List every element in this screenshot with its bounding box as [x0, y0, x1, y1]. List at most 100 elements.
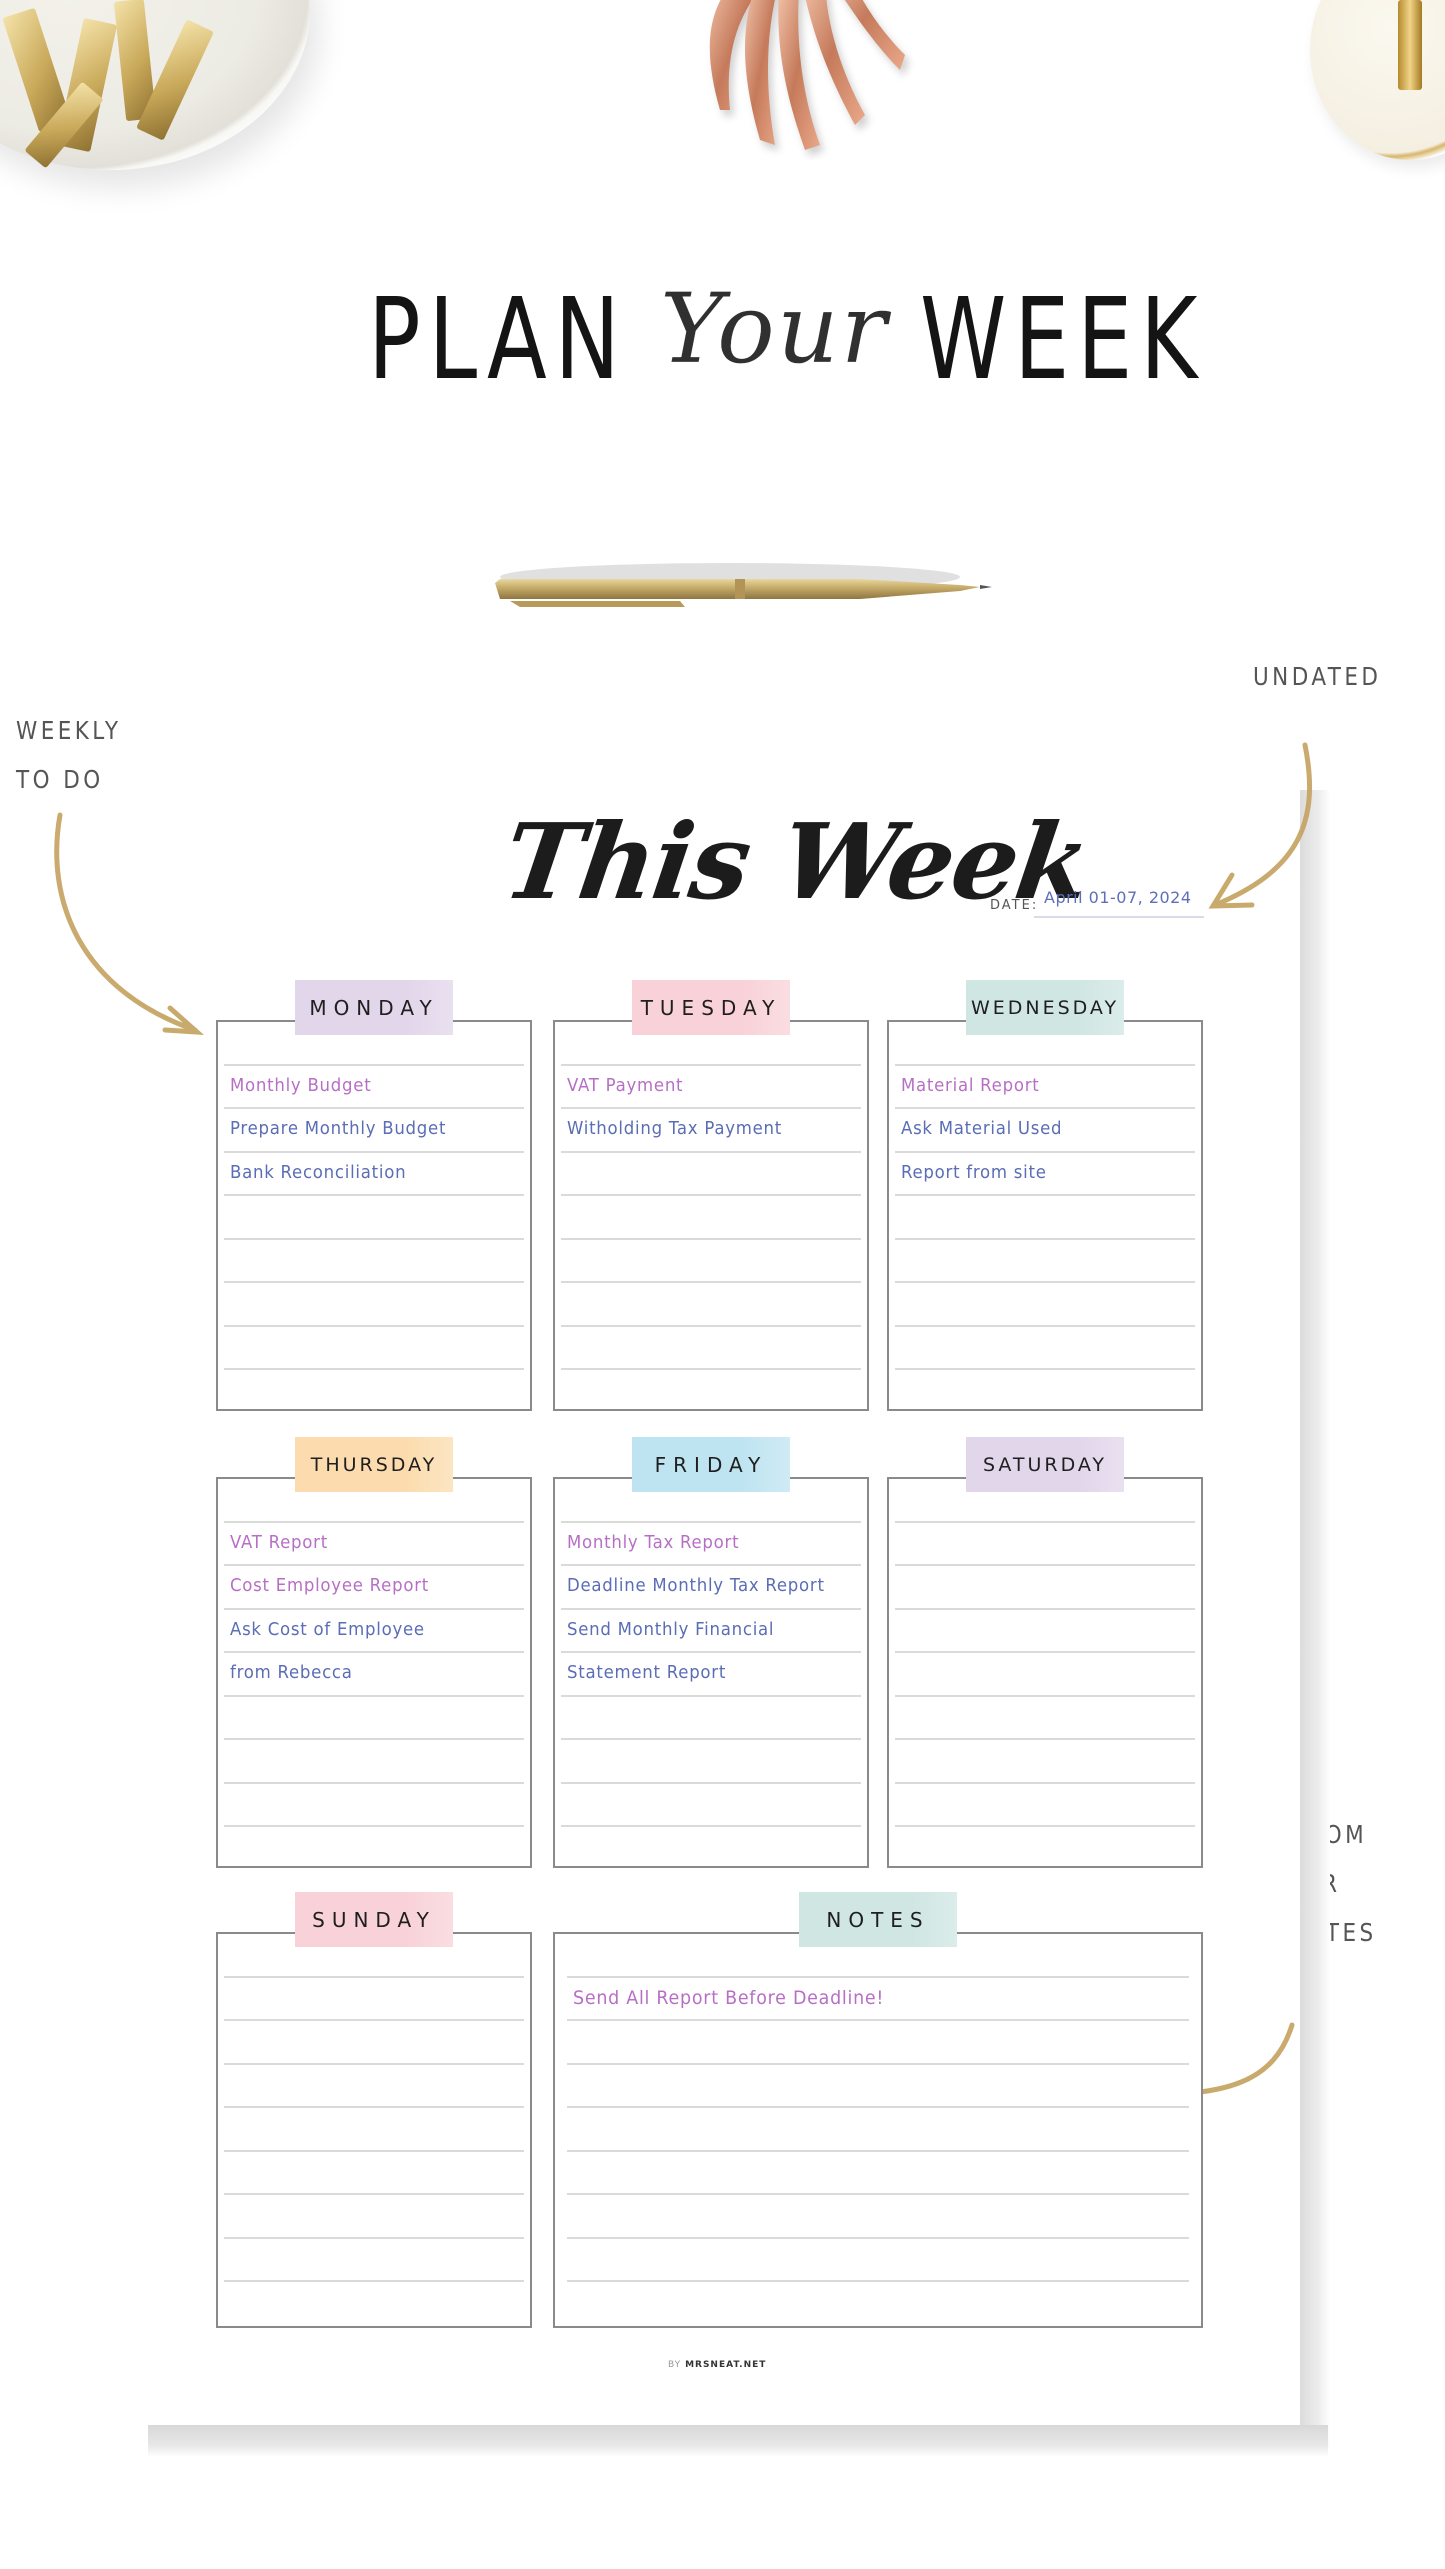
- sunday-tab: SUNDAY: [295, 1892, 453, 1947]
- task-entry[interactable]: Prepare Monthly Budget: [230, 1118, 446, 1139]
- weekly-todo-line-1: WEEKLY: [16, 716, 122, 745]
- task-entry[interactable]: Report from site: [901, 1162, 1047, 1183]
- ruled-line: [224, 2150, 524, 2152]
- undated-label: UNDATED: [1253, 662, 1382, 691]
- sunday-box[interactable]: [216, 1932, 532, 2328]
- ruled-line: [895, 1608, 1195, 1610]
- task-entry[interactable]: Material Report: [901, 1075, 1039, 1096]
- binder-clips-bowl-image: [0, 0, 310, 170]
- headline-your: Your: [660, 273, 889, 385]
- friday-box[interactable]: Monthly Tax Report Deadline Monthly Tax R…: [553, 1477, 869, 1868]
- ruled-line: [561, 1325, 861, 1327]
- ruled-line: [895, 1651, 1195, 1653]
- ruled-line: [567, 1976, 1189, 1978]
- ruled-line: [895, 1825, 1195, 1827]
- task-entry[interactable]: Ask Cost of Employee: [230, 1619, 425, 1640]
- notes-tab: NOTES: [799, 1892, 957, 1947]
- ruled-line: [895, 1194, 1195, 1196]
- ruled-line: [895, 1782, 1195, 1784]
- date-label: DATE:: [990, 898, 1039, 913]
- thursday-tab: THURSDAY: [295, 1437, 453, 1492]
- monday-tab: MONDAY: [295, 980, 453, 1035]
- ruled-line: [224, 1325, 524, 1327]
- task-entry[interactable]: Statement Report: [567, 1662, 726, 1683]
- ruled-line: [895, 1064, 1195, 1066]
- ruled-line: [895, 1738, 1195, 1740]
- ruled-line: [224, 1825, 524, 1827]
- footer-credit: BY MRSNEAT.NET: [668, 2360, 766, 2370]
- ruled-line: [895, 1151, 1195, 1153]
- ruled-line: [895, 1325, 1195, 1327]
- ruled-line: [224, 1151, 524, 1153]
- task-entry[interactable]: Send Monthly Financial: [567, 1619, 774, 1640]
- paper-shadow: [148, 2425, 1328, 2457]
- task-entry[interactable]: VAT Payment: [567, 1075, 683, 1096]
- ruled-line: [561, 1651, 861, 1653]
- ruled-line: [561, 1107, 861, 1109]
- ruled-line: [895, 1564, 1195, 1566]
- task-entry[interactable]: Deadline Monthly Tax Report: [567, 1575, 825, 1596]
- footer-by: BY: [668, 2360, 682, 2370]
- ruled-line: [567, 2150, 1189, 2152]
- saturday-box[interactable]: [887, 1477, 1203, 1868]
- tuesday-box[interactable]: VAT Payment Witholding Tax Payment: [553, 1020, 869, 1411]
- wednesday-box[interactable]: Material Report Ask Material Used Report f…: [887, 1020, 1203, 1411]
- task-entry[interactable]: Witholding Tax Payment: [567, 1118, 782, 1139]
- gold-rim-plate-image: [1310, 0, 1445, 160]
- ruled-line: [561, 1064, 861, 1066]
- ruled-line: [561, 1695, 861, 1697]
- ruled-line: [224, 1281, 524, 1283]
- ruled-line: [224, 1695, 524, 1697]
- task-entry[interactable]: Monthly Tax Report: [567, 1532, 739, 1553]
- date-field[interactable]: April 01-07, 2024: [1034, 888, 1204, 918]
- ruled-line: [224, 2280, 524, 2282]
- ruled-line: [567, 2106, 1189, 2108]
- rose-gold-leaf-image: [709, 0, 905, 150]
- wednesday-tab: WEDNESDAY: [966, 980, 1124, 1035]
- ruled-line: [224, 2106, 524, 2108]
- task-entry[interactable]: Send All Report Before Deadline!: [573, 1987, 884, 2009]
- ruled-line: [224, 1738, 524, 1740]
- monday-box[interactable]: Monthly Budget Prepare Monthly Budget Bank…: [216, 1020, 532, 1411]
- task-entry[interactable]: Ask Material Used: [901, 1118, 1062, 1139]
- weekly-todo-line-2: TO DO: [16, 765, 104, 794]
- notes-box[interactable]: Send All Report Before Deadline!: [553, 1932, 1203, 2328]
- ruled-line: [895, 1368, 1195, 1370]
- ruled-line: [561, 1521, 861, 1523]
- ruled-line: [224, 1564, 524, 1566]
- ruled-line: [224, 1651, 524, 1653]
- ruled-line: [224, 1976, 524, 1978]
- ruled-line: [567, 2019, 1189, 2021]
- ruled-line: [895, 1107, 1195, 1109]
- ruled-line: [224, 2063, 524, 2065]
- ruled-line: [567, 2193, 1189, 2195]
- binder-clip: [1398, 0, 1422, 90]
- ruled-line: [561, 1782, 861, 1784]
- ruled-line: [895, 1695, 1195, 1697]
- ruled-line: [561, 1151, 861, 1153]
- task-entry[interactable]: VAT Report: [230, 1532, 328, 1553]
- ruled-line: [567, 2063, 1189, 2065]
- thursday-box[interactable]: VAT Report Cost Employee Report Ask Cost o…: [216, 1477, 532, 1868]
- ruled-line: [567, 2280, 1189, 2282]
- ruled-line: [561, 1368, 861, 1370]
- ruled-line: [224, 1521, 524, 1523]
- ruled-line: [895, 1281, 1195, 1283]
- ruled-line: [567, 2237, 1189, 2239]
- headline-plan: PLAN: [368, 275, 628, 405]
- task-entry[interactable]: Cost Employee Report: [230, 1575, 429, 1596]
- saturday-tab: SATURDAY: [966, 1437, 1124, 1492]
- paper-shadow: [1300, 790, 1330, 2450]
- gold-pen-image: [495, 563, 992, 607]
- ruled-line: [224, 1608, 524, 1610]
- ruled-line: [561, 1564, 861, 1566]
- weekly-todo-label: WEEKLY TO DO: [16, 706, 121, 804]
- task-entry[interactable]: Bank Reconciliation: [230, 1162, 406, 1183]
- ruled-line: [224, 1107, 524, 1109]
- task-entry[interactable]: from Rebecca: [230, 1662, 353, 1683]
- ruled-line: [224, 1368, 524, 1370]
- ruled-line: [561, 1608, 861, 1610]
- ruled-line: [224, 1064, 524, 1066]
- ruled-line: [561, 1281, 861, 1283]
- task-entry[interactable]: Monthly Budget: [230, 1075, 371, 1096]
